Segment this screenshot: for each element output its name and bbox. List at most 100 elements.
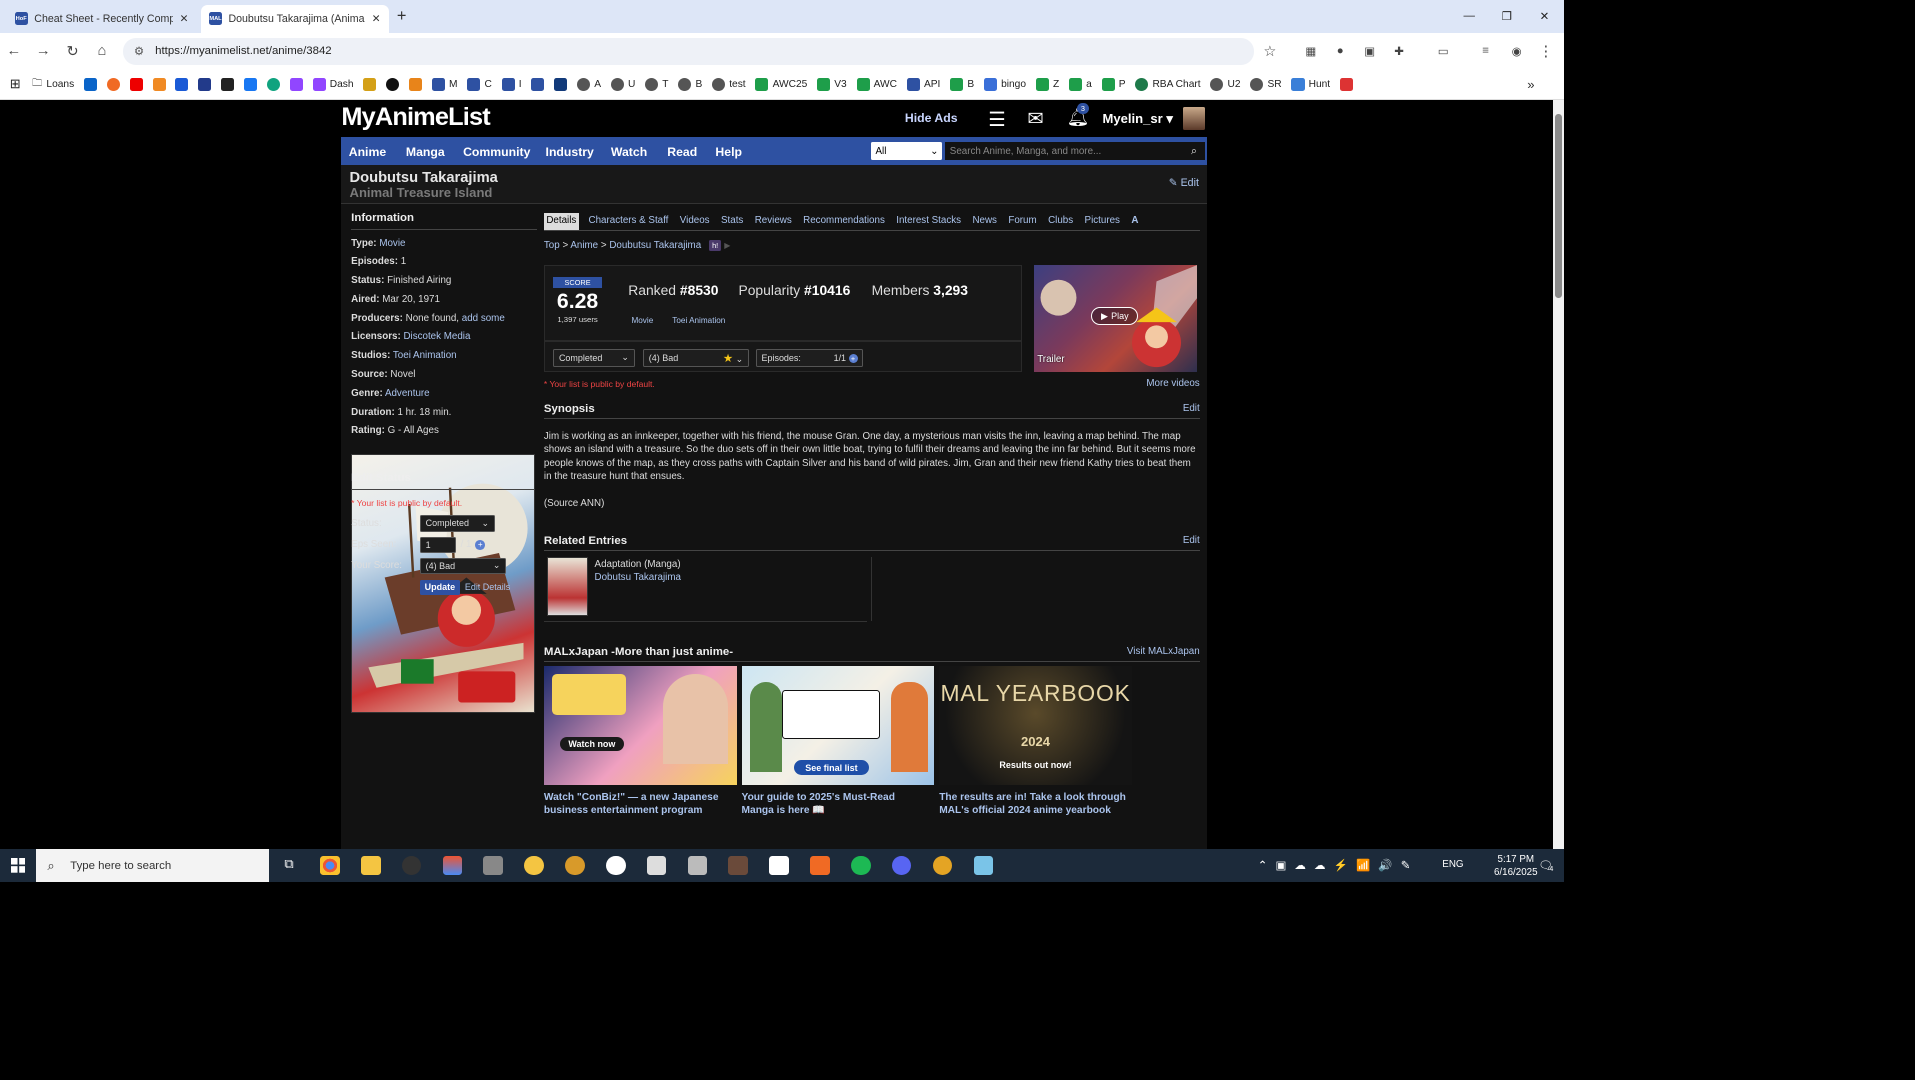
browser-tab-active[interactable]: MAL Doubutsu Takarajima (Animal Tr ✕: [200, 4, 389, 33]
url-input[interactable]: ⚙ https://myanimelist.net/anime/3842: [122, 38, 1254, 65]
language-indicator[interactable]: ENG: [1442, 859, 1463, 870]
menu-manga[interactable]: Manga: [406, 145, 445, 159]
more-bookmarks-icon[interactable]: »: [1527, 77, 1534, 92]
bookmark[interactable]: [244, 77, 258, 91]
restore-icon[interactable]: ❐: [1488, 0, 1526, 33]
notepad-icon[interactable]: [769, 855, 789, 876]
promo-conbiz[interactable]: Watch now: [543, 665, 737, 785]
tab-details[interactable]: Details: [543, 213, 579, 231]
bookmark-c[interactable]: C: [467, 77, 492, 91]
browser-tab-cheat-sheet[interactable]: HoF Cheat Sheet - Recently Comple ✕: [7, 5, 200, 33]
app-icon[interactable]: [605, 855, 626, 876]
bookmark-a[interactable]: A: [577, 77, 601, 91]
promo-caption-link[interactable]: Your guide to 2025's Must-Read Manga is …: [742, 791, 922, 817]
tab-characters-staff[interactable]: Characters & Staff: [587, 213, 670, 230]
app-icon[interactable]: [524, 855, 544, 876]
close-tab-icon[interactable]: ✕: [372, 12, 381, 25]
play-trailer-button[interactable]: ▶ Play: [1091, 307, 1139, 325]
tab-videos[interactable]: Videos: [678, 213, 711, 230]
new-tab-icon[interactable]: +: [397, 7, 407, 26]
promo-manga-guide[interactable]: See final list: [741, 665, 935, 785]
licensor-link[interactable]: Discotek Media: [403, 331, 470, 342]
promo-caption-link[interactable]: Watch "ConBiz!" — a new Japanese busines…: [544, 791, 737, 817]
bookmark-t[interactable]: T: [645, 77, 669, 91]
site-logo[interactable]: MyAnimeList: [341, 103, 490, 132]
extension-icon[interactable]: ▦: [1300, 41, 1321, 62]
bookmark-b2[interactable]: B: [950, 77, 974, 91]
bookmark[interactable]: [152, 77, 166, 91]
bookmark-dash[interactable]: Dash: [312, 77, 354, 91]
increment-icon[interactable]: +: [475, 539, 486, 550]
type-link[interactable]: Movie: [379, 238, 405, 249]
forward-icon[interactable]: →: [33, 41, 54, 62]
user-menu[interactable]: Myelin_sr ▾: [1103, 111, 1173, 127]
search-icon[interactable]: ⌕: [1183, 142, 1205, 161]
app-icon[interactable]: [932, 855, 953, 876]
bookmark-sr[interactable]: SR: [1250, 77, 1282, 91]
app-icon[interactable]: [401, 855, 422, 876]
genre-link[interactable]: Adventure: [385, 388, 430, 399]
site-info-icon[interactable]: ⚙: [134, 44, 144, 58]
menu-read[interactable]: Read: [667, 145, 697, 159]
tab-pictures[interactable]: Pictures: [1083, 213, 1122, 230]
bookmark-u2[interactable]: U2: [1210, 77, 1241, 91]
visit-malxjapan-link[interactable]: Visit MALxJapan: [1127, 646, 1200, 657]
app-icon[interactable]: [565, 855, 585, 876]
studio-link[interactable]: Toei Animation: [393, 350, 457, 361]
bookmark[interactable]: [221, 77, 235, 91]
trailer-thumbnail[interactable]: ▶ Play Trailer: [1033, 264, 1198, 373]
menu-community[interactable]: Community: [463, 145, 530, 159]
list-icon[interactable]: ☰: [988, 108, 1006, 132]
home-icon[interactable]: ⌂: [91, 41, 112, 62]
app-icon[interactable]: [728, 855, 749, 876]
eps-seen-input[interactable]: 1: [419, 536, 456, 553]
profile-icon[interactable]: ◉: [1506, 41, 1527, 62]
related-title-link[interactable]: Dobutsu Takarajima: [595, 572, 681, 583]
increment-icon[interactable]: +: [848, 353, 858, 363]
list-episodes-field[interactable]: Episodes: 1/1 +: [755, 348, 864, 367]
bookmark-test[interactable]: test: [712, 77, 746, 91]
bookmark-awc25[interactable]: AWC25: [755, 77, 807, 91]
bookmark[interactable]: [83, 77, 98, 91]
spotify-icon[interactable]: [851, 855, 871, 876]
breadcrumb-top[interactable]: Top: [544, 240, 560, 251]
media-icon[interactable]: ≡: [1475, 41, 1496, 62]
type-tag-link[interactable]: Movie: [631, 316, 653, 325]
bookmark-m[interactable]: M: [431, 77, 458, 91]
bookmark[interactable]: [531, 77, 545, 91]
studio-tag-link[interactable]: Toei Animation: [672, 316, 725, 325]
mail-icon[interactable]: ✉: [1027, 107, 1043, 131]
bookmark[interactable]: [409, 77, 423, 91]
breadcrumb-title[interactable]: Doubutsu Takarajima: [609, 240, 701, 251]
avatar[interactable]: [1182, 106, 1206, 130]
bookmark-u[interactable]: U: [610, 77, 635, 91]
bookmark-b[interactable]: B: [678, 77, 702, 91]
bookmark-awc[interactable]: AWC: [856, 77, 897, 91]
bookmark[interactable]: [386, 77, 400, 91]
start-button[interactable]: [0, 849, 36, 882]
watch-now-button[interactable]: Watch now: [560, 737, 624, 751]
app-icon[interactable]: [483, 855, 504, 876]
bookmark[interactable]: [175, 77, 189, 91]
file-explorer-icon[interactable]: [360, 855, 381, 876]
tab-interest-stacks[interactable]: Interest Stacks: [895, 213, 963, 230]
bookmark-hunt[interactable]: Hunt: [1291, 77, 1330, 91]
promo-yearbook[interactable]: MAL YEARBOOK 2024 Results out now!: [939, 665, 1132, 785]
apps-icon[interactable]: ⊞: [10, 76, 21, 92]
see-final-list-button[interactable]: See final list: [793, 760, 869, 776]
clock[interactable]: 5:17 PM 6/16/2025: [1490, 853, 1542, 879]
score-select[interactable]: (4) Bad ⌄: [419, 557, 507, 575]
bookmark[interactable]: [129, 77, 143, 91]
close-tab-icon[interactable]: ✕: [180, 12, 189, 25]
extension-icon[interactable]: ●: [1330, 41, 1351, 62]
reload-icon[interactable]: ↻: [62, 41, 83, 62]
menu-kebab-icon[interactable]: ⋮: [1535, 41, 1556, 62]
tab-reviews[interactable]: Reviews: [753, 213, 793, 230]
menu-industry[interactable]: Industry: [546, 145, 594, 159]
menu-help[interactable]: Help: [715, 145, 742, 159]
puzzle-icon[interactable]: ✚: [1388, 41, 1409, 62]
app-icon[interactable]: [973, 855, 994, 876]
bookmark-z[interactable]: Z: [1035, 77, 1059, 91]
edit-title-link[interactable]: ✎ Edit: [1169, 176, 1199, 189]
bookmark-a2[interactable]: a: [1068, 77, 1092, 91]
